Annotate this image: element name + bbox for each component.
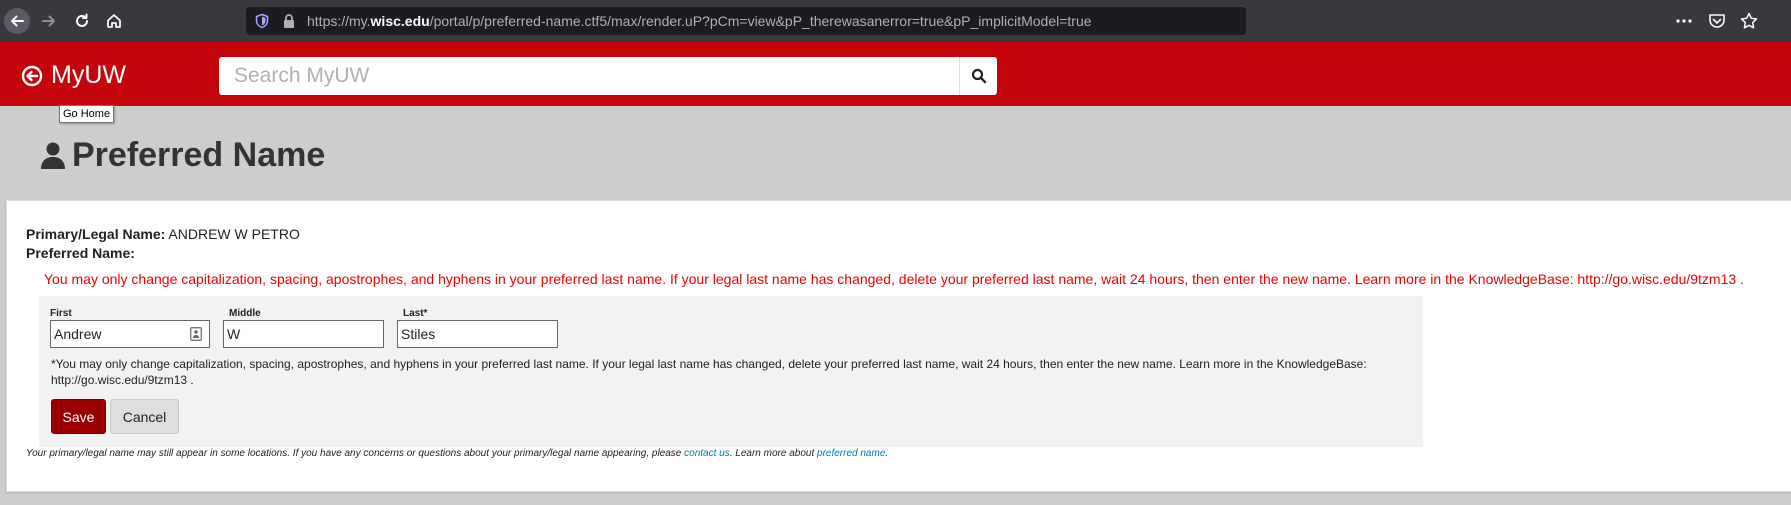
more-icon — [1676, 19, 1692, 23]
last-name-label: Last* — [403, 308, 428, 319]
home-button[interactable] — [101, 8, 127, 34]
forward-arrow-icon — [42, 15, 55, 27]
error-message: You may only change capitalization, spac… — [44, 271, 1744, 287]
legal-name-label: Primary/Legal Name: — [26, 226, 166, 242]
middle-name-label: Middle — [229, 308, 261, 319]
circle-arrow-left-icon — [21, 65, 43, 86]
footnote-end: . — [885, 448, 889, 459]
pocket-button[interactable] — [1707, 10, 1727, 32]
last-name-note: *You may only change capitalization, spa… — [51, 357, 1367, 387]
last-name-input[interactable] — [397, 320, 558, 348]
cancel-button[interactable]: Cancel — [110, 399, 179, 434]
legal-name-row: Primary/Legal Name: ANDREW W PETRO — [26, 226, 300, 242]
go-home-tooltip: Go Home — [59, 105, 115, 123]
shield-icon[interactable] — [254, 13, 270, 29]
home-icon — [107, 14, 121, 28]
first-name-input[interactable] — [50, 320, 210, 348]
url-bar[interactable]: https://my.wisc.edu/portal/p/preferred-n… — [246, 7, 1246, 35]
legal-name-value: ANDREW W PETRO — [168, 226, 300, 242]
lock-icon[interactable] — [282, 13, 296, 29]
page-header: Preferred Name — [40, 136, 325, 175]
myuw-header: MyUW — [0, 42, 1791, 106]
forward-button[interactable] — [36, 8, 62, 34]
contact-card-icon[interactable] — [190, 327, 202, 341]
url-text[interactable]: https://my.wisc.edu/portal/p/preferred-n… — [307, 13, 1092, 29]
browser-toolbar: https://my.wisc.edu/portal/p/preferred-n… — [0, 0, 1791, 42]
page-title: Preferred Name — [72, 136, 326, 174]
url-prefix: https://my. — [307, 13, 371, 29]
go-home-link[interactable]: MyUW — [21, 63, 126, 88]
bookmark-button[interactable] — [1739, 10, 1759, 32]
footnote-text: Your primary/legal name may still appear… — [26, 448, 685, 459]
footnote-mid: . Learn more about — [729, 448, 818, 459]
name-form: First Middle Last* *You may only change … — [39, 296, 1423, 447]
url-path: /portal/p/preferred-name.ctf5/max/render… — [429, 13, 1092, 29]
reload-button[interactable] — [69, 8, 95, 34]
search-icon — [971, 68, 986, 84]
footnote: Your primary/legal name may still appear… — [26, 448, 888, 459]
back-button[interactable] — [4, 8, 30, 34]
preferred-name-link[interactable]: preferred name — [817, 448, 885, 459]
middle-name-input[interactable] — [223, 320, 384, 348]
search-box — [219, 57, 959, 95]
pocket-icon — [1709, 14, 1725, 28]
preferred-name-card: Primary/Legal Name: ANDREW W PETRO Prefe… — [6, 200, 1791, 492]
save-button[interactable]: Save — [51, 399, 106, 434]
user-icon — [41, 142, 65, 169]
search-button[interactable] — [959, 57, 997, 95]
page-actions-button[interactable] — [1674, 10, 1694, 32]
back-arrow-icon — [11, 15, 24, 27]
url-host: wisc.edu — [370, 13, 430, 29]
first-name-label: First — [50, 308, 72, 319]
bookmark-star-icon — [1740, 12, 1758, 29]
preferred-name-label: Preferred Name: — [26, 245, 135, 261]
reload-icon — [76, 13, 88, 27]
search-input[interactable] — [219, 57, 959, 95]
logo-text: MyUW — [51, 61, 126, 89]
contact-us-link[interactable]: contact us — [684, 448, 730, 459]
